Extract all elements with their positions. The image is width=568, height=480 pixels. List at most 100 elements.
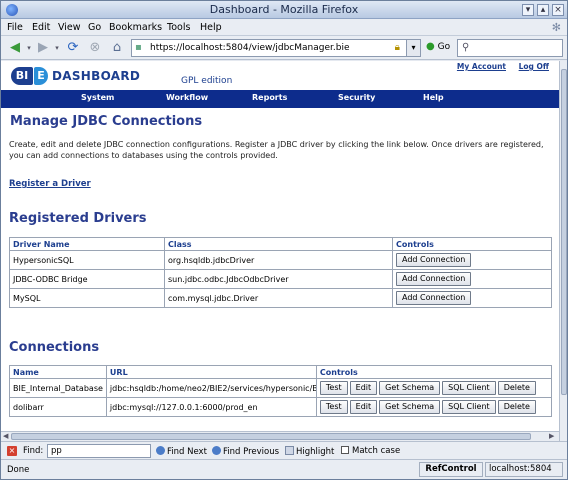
delete-button[interactable]: Delete [497, 400, 536, 414]
add-connection-button[interactable]: Add Connection [396, 253, 472, 267]
column-header: Driver Name [9, 237, 165, 251]
add-connection-button[interactable]: Add Connection [396, 272, 472, 286]
driver-class: sun.jdbc.odbc.JdbcOdbcDriver [164, 269, 393, 289]
connection-url: jdbc:hsqldb:/home/neo2/BIE2/services/hyp… [105, 378, 317, 398]
url-dropdown-icon[interactable]: ▾ [406, 40, 420, 56]
column-header: Controls [315, 365, 553, 379]
host-indicator: localhost:5804 [485, 462, 563, 477]
edit-button[interactable]: Edit [349, 381, 378, 395]
menu-go[interactable]: Go [88, 22, 101, 33]
table-row: HypersonicSQL org.hsqldb.jdbcDriver Add … [9, 250, 552, 270]
find-input[interactable]: pp [47, 444, 151, 458]
window-title: Dashboard - Mozilla Firefox [209, 3, 359, 16]
status-bar: Done RefControl localhost:5804 [1, 459, 567, 479]
forward-dropdown-icon[interactable]: ▾ [49, 40, 65, 56]
match-case-label: Match case [352, 446, 401, 456]
close-button[interactable]: × [552, 4, 564, 16]
drivers-header-row: Driver Name Class Controls [9, 237, 552, 251]
navigation-toolbar: ◀ ▾ ▶ ▾ ⟳ ⊗ ⌂ ▪ https://localhost:5804/v… [1, 36, 567, 60]
logo-mark-right: E [34, 67, 48, 85]
page-content: BI E DASHBOARD GPL edition My Account Lo… [1, 61, 559, 441]
browser-window: Dashboard - Mozilla Firefox ▾ ▴ × File E… [0, 0, 568, 480]
menu-bookmarks[interactable]: Bookmarks [109, 22, 162, 33]
highlight-label: Highlight [296, 447, 335, 457]
maximize-button[interactable]: ▴ [537, 4, 549, 16]
register-driver-link[interactable]: Register a Driver [9, 179, 91, 189]
stop-icon[interactable]: ⊗ [87, 40, 103, 56]
edit-button[interactable]: Edit [349, 400, 378, 414]
nav-security[interactable]: Security [338, 93, 375, 102]
find-next-button[interactable]: Find Next [156, 446, 207, 457]
connection-url: jdbc:mysql://127.0.0.1:6000/prod_en [105, 397, 317, 417]
add-connection-button[interactable]: Add Connection [396, 291, 472, 305]
vertical-scrollbar[interactable] [559, 61, 567, 441]
url-bar[interactable]: ▪ https://localhost:5804/view/jdbcManage… [131, 39, 421, 57]
driver-controls: Add Connection [392, 269, 552, 289]
scroll-right-icon[interactable]: ▶ [549, 432, 554, 440]
connection-name: dolibarr [9, 397, 107, 417]
test-button[interactable]: Test [319, 381, 348, 395]
sql-client-button[interactable]: SQL Client [442, 400, 496, 414]
nav-workflow[interactable]: Workflow [166, 93, 208, 102]
url-text: https://localhost:5804/view/jdbcManager.… [150, 43, 350, 53]
connection-controls: Test Edit Get Schema SQL Client Delete [315, 397, 553, 417]
search-input[interactable]: ⚲ [457, 39, 563, 57]
find-next-icon [156, 446, 165, 455]
driver-name: HypersonicSQL [9, 250, 165, 270]
column-header: URL [105, 365, 317, 379]
get-schema-button[interactable]: Get Schema [379, 381, 441, 395]
find-previous-button[interactable]: Find Previous [212, 446, 279, 457]
menu-edit[interactable]: Edit [32, 22, 50, 33]
column-header: Class [164, 237, 393, 251]
find-bar: × Find: pp Find Next Find Previous Highl… [1, 441, 567, 459]
table-row: dolibarr jdbc:mysql://127.0.0.1:6000/pro… [9, 397, 553, 417]
nav-system[interactable]: System [81, 93, 114, 102]
checkbox-icon [341, 446, 349, 454]
menu-tools[interactable]: Tools [167, 22, 190, 33]
status-text: Done [7, 465, 30, 475]
nav-help[interactable]: Help [423, 93, 444, 102]
lock-icon[interactable]: 🔒︎ [395, 42, 400, 53]
connections-table: Name URL Controls BIE_Internal_Database … [9, 365, 553, 417]
find-label: Find: [23, 446, 44, 456]
delete-button[interactable]: Delete [497, 381, 536, 395]
edition-label: GPL edition [181, 76, 233, 86]
go-label: Go [437, 42, 451, 52]
drivers-table: Driver Name Class Controls HypersonicSQL… [9, 237, 552, 308]
go-button[interactable]: ● Go [426, 41, 450, 52]
account-links: My Account Log Off [447, 62, 549, 71]
logo-text: DASHBOARD [52, 69, 141, 83]
menu-file[interactable]: File [7, 22, 23, 33]
horizontal-scrollbar[interactable]: ◀ ▶ [1, 431, 559, 441]
table-row: BIE_Internal_Database jdbc:hsqldb:/home/… [9, 378, 553, 398]
find-previous-label: Find Previous [223, 447, 280, 457]
connections-heading: Connections [9, 340, 100, 355]
minimize-button[interactable]: ▾ [522, 4, 534, 16]
reload-icon[interactable]: ⟳ [65, 40, 81, 56]
menu-view[interactable]: View [58, 22, 81, 33]
log-off-link[interactable]: Log Off [519, 62, 549, 71]
column-header: Controls [392, 237, 552, 251]
search-engine-icon[interactable]: ⚲ [462, 42, 469, 53]
sql-client-button[interactable]: SQL Client [442, 381, 496, 395]
close-find-icon[interactable]: × [7, 446, 17, 456]
menu-bar: File Edit View Go Bookmarks Tools Help ✻ [1, 19, 567, 36]
highlight-button[interactable]: Highlight [285, 446, 334, 457]
vertical-scroll-thumb[interactable] [561, 69, 567, 395]
match-case-checkbox[interactable]: Match case [341, 446, 400, 456]
horizontal-scroll-thumb[interactable] [11, 433, 531, 440]
home-icon[interactable]: ⌂ [109, 40, 125, 56]
logo-mark-left: BI [11, 67, 33, 85]
app-logo: BI E DASHBOARD [11, 67, 140, 85]
driver-controls: Add Connection [392, 288, 552, 308]
nav-reports[interactable]: Reports [252, 93, 287, 102]
get-schema-button[interactable]: Get Schema [379, 400, 441, 414]
test-button[interactable]: Test [319, 400, 348, 414]
driver-controls: Add Connection [392, 250, 552, 270]
app-header: BI E DASHBOARD GPL edition My Account Lo… [1, 61, 559, 90]
menu-help[interactable]: Help [200, 22, 222, 33]
column-header: Name [9, 365, 107, 379]
my-account-link[interactable]: My Account [457, 62, 506, 71]
scroll-left-icon[interactable]: ◀ [3, 432, 8, 440]
refcontrol-indicator[interactable]: RefControl [419, 462, 483, 477]
